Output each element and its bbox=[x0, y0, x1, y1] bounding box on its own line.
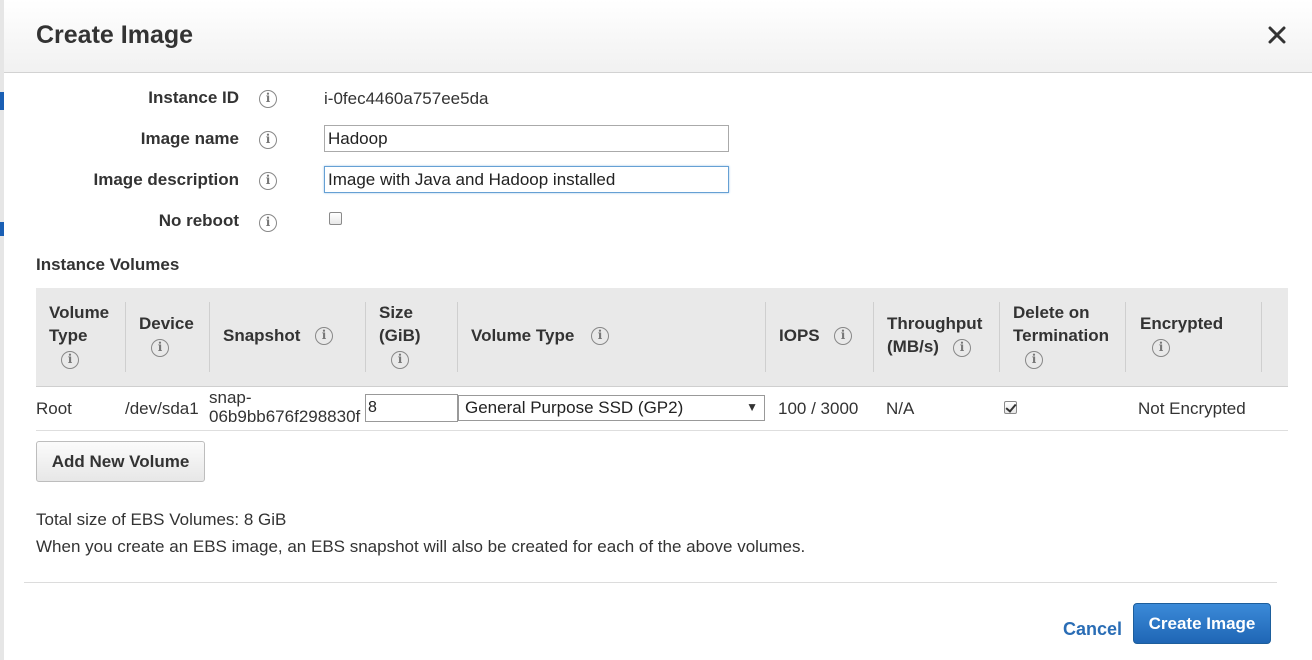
column-divider bbox=[125, 302, 126, 372]
volume-type-select[interactable]: General Purpose SSD (GP2) ▼ bbox=[458, 395, 765, 421]
background-page-edge bbox=[0, 0, 4, 660]
column-header-delete-on-termination: Delete on Termination bbox=[1013, 303, 1110, 345]
create-image-button[interactable]: Create Image bbox=[1133, 603, 1271, 644]
volumes-table-header: Volume Type i Device i Snapshot i Size (… bbox=[36, 288, 1288, 387]
info-icon[interactable]: i bbox=[834, 327, 852, 345]
info-icon[interactable]: i bbox=[151, 339, 169, 357]
info-icon[interactable]: i bbox=[1152, 339, 1170, 357]
column-divider bbox=[873, 302, 874, 372]
info-icon[interactable]: i bbox=[259, 172, 277, 190]
no-reboot-label: No reboot bbox=[158, 211, 239, 230]
info-icon[interactable]: i bbox=[953, 339, 971, 357]
image-name-input[interactable] bbox=[324, 125, 729, 152]
dialog-title: Create Image bbox=[36, 21, 194, 49]
instance-id-value: i-0fec4460a757ee5da bbox=[324, 89, 489, 108]
column-divider bbox=[1261, 302, 1262, 372]
snapshot-cell: snap- 06b9bb676f298830f bbox=[209, 388, 361, 426]
image-name-label: Image name bbox=[140, 129, 239, 148]
column-divider bbox=[209, 302, 210, 372]
dropdown-arrow-icon: ▼ bbox=[746, 400, 758, 414]
add-new-volume-button[interactable]: Add New Volume bbox=[36, 441, 205, 482]
close-icon bbox=[1268, 26, 1286, 44]
instance-volumes-title: Instance Volumes bbox=[36, 255, 180, 274]
footer-divider bbox=[24, 582, 1277, 583]
info-icon[interactable]: i bbox=[591, 327, 609, 345]
info-icon[interactable]: i bbox=[391, 351, 409, 369]
encrypted-cell: Not Encrypted bbox=[1138, 399, 1246, 418]
info-icon[interactable]: i bbox=[259, 131, 277, 149]
close-button[interactable] bbox=[1266, 24, 1288, 46]
total-size-text: Total size of EBS Volumes: 8 GiB bbox=[36, 510, 287, 529]
delete-on-termination-checkbox[interactable] bbox=[1004, 401, 1017, 414]
column-divider bbox=[457, 302, 458, 372]
info-icon[interactable]: i bbox=[259, 90, 277, 108]
dialog-header: Create Image bbox=[4, 0, 1312, 73]
size-input[interactable] bbox=[365, 394, 458, 422]
column-header-size: Size (GiB) bbox=[379, 303, 421, 345]
column-header-iops: IOPS bbox=[779, 326, 820, 345]
volume-type-selected: General Purpose SSD (GP2) bbox=[465, 398, 684, 417]
image-description-input[interactable] bbox=[324, 166, 729, 193]
column-divider bbox=[999, 302, 1000, 372]
volume-type-cell: Root bbox=[36, 399, 72, 418]
column-divider bbox=[365, 302, 366, 372]
column-header-encrypted: Encrypted bbox=[1140, 314, 1224, 333]
info-icon[interactable]: i bbox=[61, 351, 79, 369]
background-accent bbox=[0, 92, 4, 110]
info-icon[interactable]: i bbox=[315, 327, 333, 345]
info-icon[interactable]: i bbox=[1025, 351, 1043, 369]
snapshot-note-text: When you create an EBS image, an EBS sna… bbox=[36, 537, 806, 556]
cancel-button[interactable]: Cancel bbox=[1063, 619, 1122, 640]
background-accent bbox=[0, 222, 4, 236]
column-header-snapshot: Snapshot bbox=[223, 326, 301, 345]
column-header-volume-type-ebs: Volume Type bbox=[471, 326, 575, 345]
image-description-label: Image description bbox=[93, 170, 239, 189]
column-divider bbox=[1125, 302, 1126, 372]
instance-id-label: Instance ID bbox=[148, 88, 239, 107]
throughput-cell: N/A bbox=[886, 399, 915, 418]
column-divider bbox=[765, 302, 766, 372]
device-cell: /dev/sda1 bbox=[125, 399, 199, 418]
column-header-volume-type: Volume Type bbox=[49, 303, 110, 345]
info-icon[interactable]: i bbox=[259, 214, 277, 232]
iops-cell: 100 / 3000 bbox=[778, 399, 859, 418]
column-header-device: Device bbox=[139, 314, 194, 333]
no-reboot-checkbox[interactable] bbox=[329, 212, 342, 225]
